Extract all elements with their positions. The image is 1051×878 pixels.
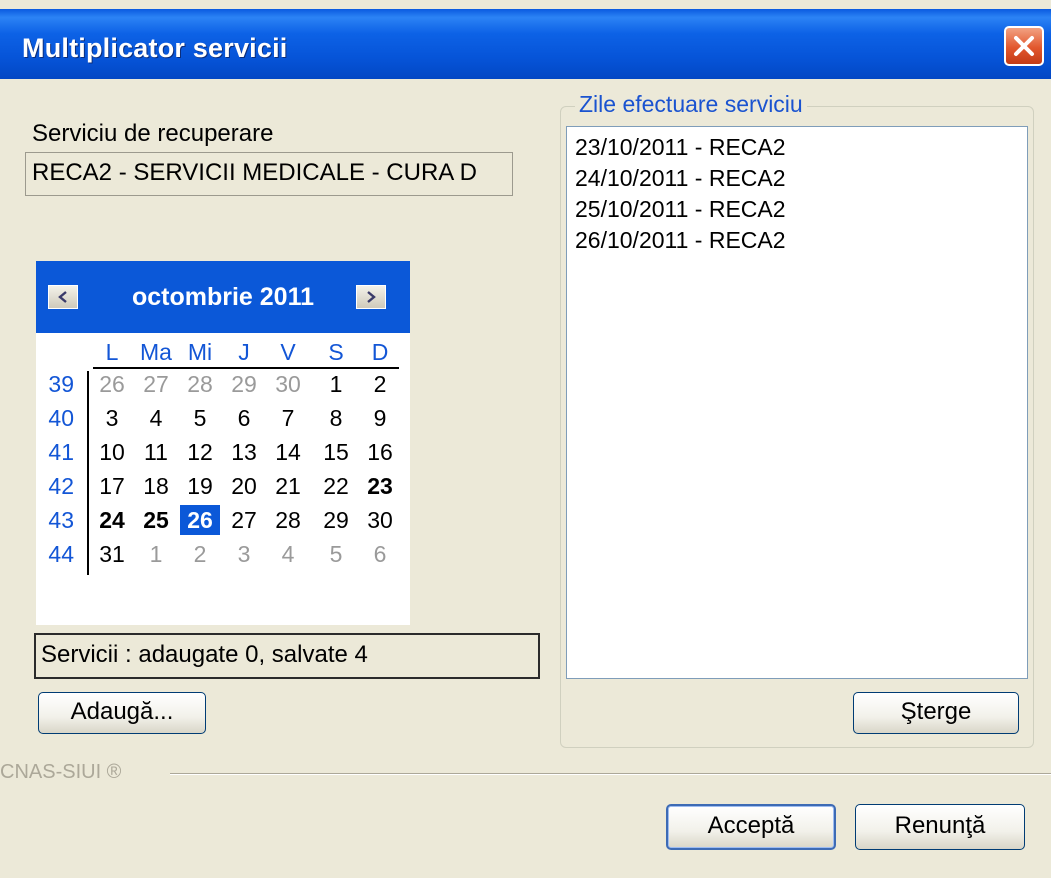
calendar-day[interactable]: 7 bbox=[268, 403, 308, 433]
calendar-day[interactable]: 26 bbox=[92, 369, 132, 399]
close-icon bbox=[1014, 36, 1034, 56]
accept-button[interactable]: Acceptă bbox=[666, 804, 836, 850]
calendar-day[interactable]: 5 bbox=[180, 403, 220, 433]
footer-divider-highlight bbox=[170, 774, 1051, 775]
calendar-day[interactable]: 3 bbox=[92, 403, 132, 433]
calendar-day[interactable]: 6 bbox=[224, 403, 264, 433]
calendar-day[interactable]: 21 bbox=[268, 471, 308, 501]
calendar-day[interactable]: 30 bbox=[268, 369, 308, 399]
day-header: J bbox=[238, 339, 250, 365]
calendar-day[interactable]: 27 bbox=[136, 369, 176, 399]
day-header: L bbox=[105, 339, 119, 365]
week-number: 40 bbox=[48, 405, 74, 431]
week-number: 42 bbox=[48, 473, 74, 499]
calendar-day[interactable]: 27 bbox=[224, 505, 264, 535]
footer-label: CNAS-SIUI ® bbox=[0, 761, 122, 783]
add-button[interactable]: Adaugă... bbox=[38, 692, 206, 734]
calendar-day[interactable]: 17 bbox=[92, 471, 132, 501]
title-bar[interactable]: Multiplicator servicii bbox=[0, 9, 1051, 79]
calendar-prev-button[interactable] bbox=[48, 285, 78, 309]
calendar-day[interactable]: 6 bbox=[360, 539, 400, 569]
list-item[interactable]: 24/10/2011 - RECA2 bbox=[575, 163, 1027, 194]
list-item[interactable]: 25/10/2011 - RECA2 bbox=[575, 194, 1027, 225]
calendar-day[interactable]: 29 bbox=[224, 369, 264, 399]
week-number: 41 bbox=[48, 439, 74, 465]
calendar-day[interactable]: 23 bbox=[360, 471, 400, 501]
window-title: Multiplicator servicii bbox=[22, 33, 288, 63]
calendar-day[interactable]: 10 bbox=[92, 437, 132, 467]
calendar-day[interactable]: 1 bbox=[316, 369, 356, 399]
days-listbox[interactable]: 23/10/2011 - RECA2 24/10/2011 - RECA2 25… bbox=[566, 126, 1028, 679]
week-number: 44 bbox=[48, 541, 74, 567]
week-number-divider bbox=[87, 371, 89, 575]
calendar-day[interactable]: 8 bbox=[316, 403, 356, 433]
day-header: S bbox=[328, 339, 344, 365]
calendar-day[interactable]: 9 bbox=[360, 403, 400, 433]
calendar-day[interactable]: 31 bbox=[92, 539, 132, 569]
calendar-next-button[interactable] bbox=[356, 285, 386, 309]
calendar-month-label: octombrie 2011 bbox=[131, 283, 315, 311]
status-field: Servicii : adaugate 0, salvate 4 bbox=[34, 633, 540, 679]
calendar-day[interactable]: 1 bbox=[136, 539, 176, 569]
calendar-day[interactable]: 18 bbox=[136, 471, 176, 501]
day-header: D bbox=[371, 339, 389, 365]
calendar-day[interactable]: 14 bbox=[268, 437, 308, 467]
calendar-day[interactable]: 15 bbox=[316, 437, 356, 467]
calendar-day[interactable]: 30 bbox=[360, 505, 400, 535]
calendar-day[interactable]: 4 bbox=[136, 403, 176, 433]
calendar: octombrie 2011 L Ma Mi J V S D 39 26 27 28 2… bbox=[36, 261, 410, 625]
calendar-header: octombrie 2011 bbox=[36, 261, 410, 333]
day-header: Mi bbox=[187, 339, 213, 365]
cancel-button[interactable]: Renunţă bbox=[855, 804, 1025, 850]
chevron-right-icon bbox=[367, 291, 376, 303]
calendar-day[interactable]: 13 bbox=[224, 437, 264, 467]
calendar-day[interactable]: 11 bbox=[136, 437, 176, 467]
list-item[interactable]: 23/10/2011 - RECA2 bbox=[575, 132, 1027, 163]
chevron-left-icon bbox=[58, 291, 67, 303]
calendar-day[interactable]: 22 bbox=[316, 471, 356, 501]
delete-button[interactable]: Şterge bbox=[853, 692, 1019, 734]
calendar-day[interactable]: 4 bbox=[268, 539, 308, 569]
calendar-day[interactable]: 16 bbox=[360, 437, 400, 467]
day-header: V bbox=[280, 339, 296, 365]
calendar-day-selected[interactable]: 26 bbox=[180, 505, 220, 535]
calendar-day[interactable]: 24 bbox=[92, 505, 132, 535]
calendar-day[interactable]: 25 bbox=[136, 505, 176, 535]
day-header: Ma bbox=[140, 339, 172, 365]
service-field: RECA2 - SERVICII MEDICALE - CURA D bbox=[25, 152, 513, 196]
days-group-title: Zile efectuare serviciu bbox=[575, 91, 807, 118]
calendar-day[interactable]: 19 bbox=[180, 471, 220, 501]
week-number: 43 bbox=[48, 507, 74, 533]
calendar-day[interactable]: 29 bbox=[316, 505, 356, 535]
week-number: 39 bbox=[48, 371, 74, 397]
service-label: Serviciu de recuperare bbox=[32, 120, 274, 147]
list-item[interactable]: 26/10/2011 - RECA2 bbox=[575, 225, 1027, 256]
close-button[interactable] bbox=[1004, 26, 1044, 66]
calendar-day[interactable]: 2 bbox=[180, 539, 220, 569]
calendar-day[interactable]: 2 bbox=[360, 369, 400, 399]
calendar-day[interactable]: 12 bbox=[180, 437, 220, 467]
calendar-day[interactable]: 20 bbox=[224, 471, 264, 501]
calendar-day[interactable]: 28 bbox=[268, 505, 308, 535]
dialog-window: Multiplicator servicii Serviciu de recup… bbox=[0, 0, 1051, 878]
calendar-day[interactable]: 5 bbox=[316, 539, 356, 569]
calendar-day[interactable]: 3 bbox=[224, 539, 264, 569]
calendar-day[interactable]: 28 bbox=[180, 369, 220, 399]
